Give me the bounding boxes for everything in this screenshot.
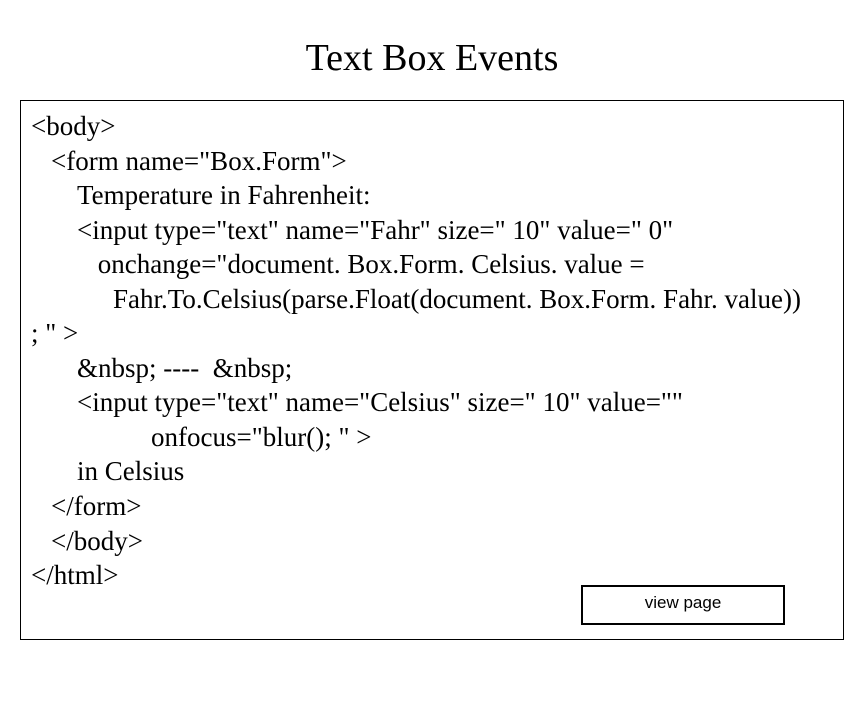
code-line: in Celsius (31, 454, 833, 489)
code-box: <body> <form name="Box.Form"> Temperatur… (20, 100, 844, 640)
code-line: </body> (31, 524, 833, 559)
view-page-button[interactable]: view page (581, 585, 785, 625)
code-line: <form name="Box.Form"> (31, 144, 833, 179)
code-line: Fahr.To.Celsius(parse.Float(document. Bo… (31, 282, 833, 317)
code-line: ; " > (31, 316, 833, 351)
code-line: <body> (31, 109, 833, 144)
code-line: Temperature in Fahrenheit: (31, 178, 833, 213)
code-line: </form> (31, 489, 833, 524)
code-line: onchange="document. Box.Form. Celsius. v… (31, 247, 833, 282)
code-line: <input type="text" name="Celsius" size="… (31, 385, 833, 420)
slide-title: Text Box Events (0, 0, 864, 100)
code-line: &nbsp; ---- &nbsp; (31, 351, 833, 386)
code-line: <input type="text" name="Fahr" size=" 10… (31, 213, 833, 248)
slide: Text Box Events <body> <form name="Box.F… (0, 0, 864, 703)
code-line: onfocus="blur(); " > (31, 420, 833, 455)
